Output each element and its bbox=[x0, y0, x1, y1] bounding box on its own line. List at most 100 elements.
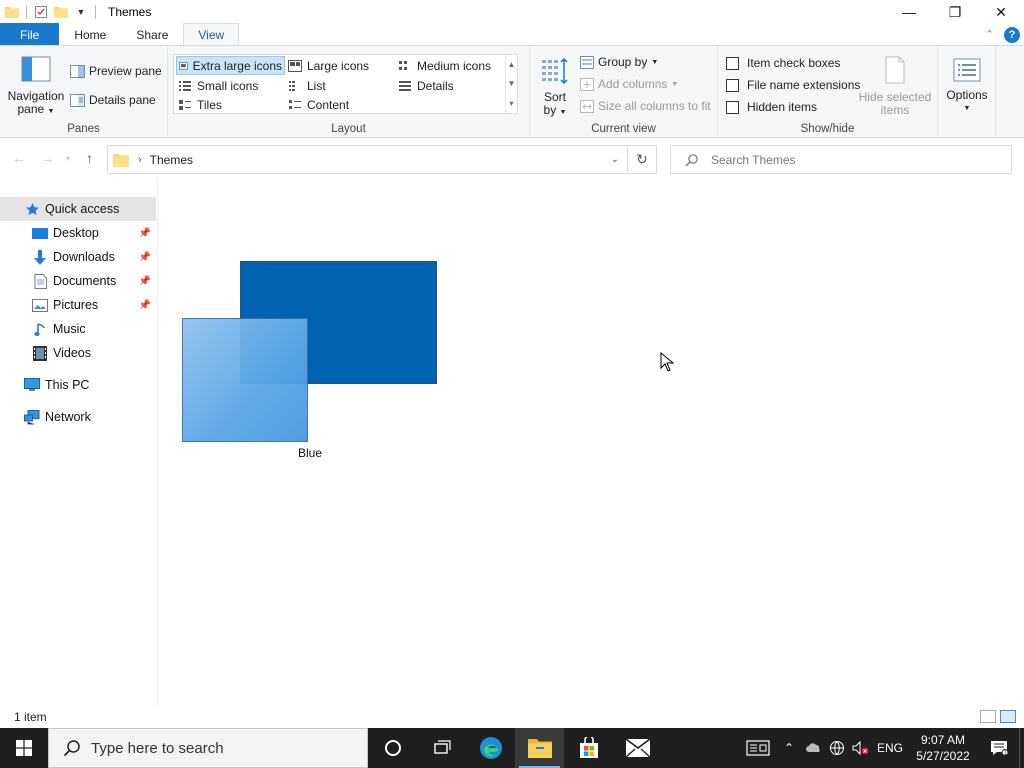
chevron-down-icon: ▼ bbox=[651, 58, 659, 66]
pin-icon[interactable]: 📌 bbox=[139, 228, 151, 239]
refresh-button[interactable]: ↻ bbox=[628, 145, 657, 174]
tab-share[interactable]: Share bbox=[121, 23, 183, 46]
checkbox[interactable] bbox=[726, 78, 739, 92]
restore-button[interactable]: ❐ bbox=[932, 0, 978, 24]
tab-view[interactable]: View bbox=[183, 23, 240, 46]
file-explorer-button[interactable] bbox=[515, 728, 564, 768]
item-check-boxes-toggle[interactable]: Item check boxes bbox=[726, 54, 840, 72]
layout-medium-icons[interactable]: Medium icons bbox=[396, 56, 493, 75]
layout-details[interactable]: Details bbox=[396, 76, 456, 95]
nav-item-videos[interactable]: Videos bbox=[0, 341, 156, 365]
microsoft-store-button[interactable] bbox=[564, 728, 613, 768]
address-bar[interactable]: › Themes ⌄ bbox=[107, 145, 628, 174]
back-arrow-icon[interactable]: ← bbox=[12, 150, 26, 166]
onedrive-cloud-icon[interactable] bbox=[801, 728, 825, 768]
new-folder-icon[interactable] bbox=[53, 4, 69, 20]
layout-list[interactable]: List bbox=[286, 76, 328, 95]
options-button[interactable]: Options ▼ bbox=[942, 58, 992, 115]
details-pane-button[interactable]: Details pane bbox=[70, 91, 156, 109]
preview-pane-button[interactable]: Preview pane bbox=[70, 62, 162, 80]
nav-item-music[interactable]: Music bbox=[0, 317, 156, 341]
help-icon[interactable]: ? bbox=[1004, 26, 1020, 43]
checkbox[interactable] bbox=[726, 56, 739, 70]
up-arrow-icon[interactable]: ↑ bbox=[86, 150, 93, 166]
clock[interactable]: 9:07 AM 5/27/2022 bbox=[907, 732, 979, 764]
news-icon bbox=[746, 740, 770, 756]
size-all-columns-label: Size all columns to fit bbox=[598, 99, 711, 113]
details-view-icon[interactable] bbox=[980, 710, 996, 723]
mail-button[interactable] bbox=[613, 728, 662, 768]
nav-item-downloads[interactable]: Downloads 📌 bbox=[0, 245, 156, 269]
sort-by-button[interactable]: Sort by ▼ bbox=[538, 56, 572, 119]
extra-large-icons-icon bbox=[179, 61, 188, 70]
customize-toolbar-dropdown-icon[interactable]: ▼ bbox=[73, 4, 89, 20]
checkbox[interactable] bbox=[726, 100, 739, 114]
scroll-down-icon[interactable]: ▼ bbox=[508, 79, 516, 88]
breadcrumb-separator-icon[interactable]: › bbox=[138, 154, 142, 166]
address-dropdown-icon[interactable]: ⌄ bbox=[611, 154, 619, 165]
separator bbox=[26, 5, 27, 19]
layout-label: Medium icons bbox=[417, 58, 492, 73]
layout-large-icons[interactable]: Large icons bbox=[286, 56, 371, 75]
show-hidden-icons-icon[interactable]: ⌃ bbox=[777, 728, 801, 768]
nav-item-label: Videos bbox=[53, 346, 91, 360]
tab-home[interactable]: Home bbox=[59, 23, 121, 46]
layout-content[interactable]: Content bbox=[286, 95, 351, 114]
windows-logo-icon bbox=[16, 740, 32, 756]
layout-small-icons[interactable]: Small icons bbox=[176, 76, 260, 95]
tab-file[interactable]: File bbox=[0, 23, 60, 46]
layout-gallery-scroll[interactable]: ▲ ▼ ▾ bbox=[505, 55, 517, 113]
taskbar-search-box[interactable]: Type here to search bbox=[48, 728, 368, 768]
close-button[interactable]: ✕ bbox=[978, 0, 1024, 24]
layout-label: Tiles bbox=[197, 97, 222, 112]
nav-item-desktop[interactable]: Desktop 📌 bbox=[0, 221, 156, 245]
nav-item-pictures[interactable]: Pictures 📌 bbox=[0, 293, 156, 317]
network-icon bbox=[24, 409, 40, 425]
theme-thumbnail-front bbox=[182, 318, 308, 442]
properties-icon[interactable] bbox=[33, 4, 49, 20]
hidden-items-toggle[interactable]: Hidden items bbox=[726, 98, 817, 116]
ribbon-right-controls: ⌃ ? bbox=[985, 23, 1024, 46]
input-language-indicator[interactable]: ENG bbox=[873, 728, 907, 768]
network-globe-icon[interactable] bbox=[825, 728, 849, 768]
tiles-icon bbox=[179, 99, 191, 110]
scroll-up-icon[interactable]: ▲ bbox=[508, 60, 516, 69]
computer-icon bbox=[24, 377, 40, 393]
pictures-icon bbox=[32, 297, 48, 313]
panes-group: Navigation pane ▼ Preview pane Details p… bbox=[0, 46, 168, 138]
pin-icon[interactable]: 📌 bbox=[139, 252, 151, 263]
nav-item-network[interactable]: Network bbox=[0, 405, 156, 429]
recent-locations-dropdown-icon[interactable]: ▾ bbox=[66, 154, 70, 163]
show-desktop-button[interactable] bbox=[1019, 728, 1024, 768]
nav-item-documents[interactable]: Documents 📌 bbox=[0, 269, 156, 293]
action-center-button[interactable]: 1 bbox=[979, 728, 1019, 768]
volume-muted-icon[interactable] bbox=[849, 728, 873, 768]
start-button[interactable] bbox=[0, 728, 48, 768]
pin-icon[interactable]: 📌 bbox=[139, 276, 151, 287]
edge-browser-button[interactable] bbox=[466, 728, 515, 768]
layout-tiles[interactable]: Tiles bbox=[176, 95, 224, 114]
navigation-pane-button[interactable]: Navigation pane ▼ bbox=[6, 56, 66, 118]
breadcrumb-item[interactable]: Themes bbox=[150, 153, 193, 167]
size-all-columns-button[interactable]: Size all columns to fit bbox=[580, 97, 711, 115]
gallery-more-icon[interactable]: ▾ bbox=[509, 99, 513, 108]
forward-arrow-icon[interactable]: → bbox=[40, 150, 54, 166]
add-columns-button[interactable]: Add columns ▼ bbox=[580, 75, 678, 93]
collapse-ribbon-icon[interactable]: ⌃ bbox=[985, 28, 994, 41]
hide-selected-items-button[interactable]: Hide selected items bbox=[856, 56, 934, 117]
chevron-down-icon: ▼ bbox=[671, 80, 679, 88]
large-icons-view-icon[interactable] bbox=[1000, 710, 1016, 723]
cortana-button[interactable] bbox=[368, 728, 417, 768]
layout-label: Small icons bbox=[197, 78, 259, 93]
file-list-view[interactable]: Blue bbox=[158, 178, 1024, 706]
pin-icon[interactable]: 📌 bbox=[139, 300, 151, 311]
minimize-button[interactable]: — bbox=[886, 0, 932, 24]
notification-news-button[interactable] bbox=[739, 728, 777, 768]
file-name-extensions-toggle[interactable]: File name extensions bbox=[726, 76, 860, 94]
nav-item-this-pc[interactable]: This PC bbox=[0, 373, 156, 397]
group-by-button[interactable]: Group by ▼ bbox=[580, 53, 658, 71]
search-box[interactable]: Search Themes bbox=[670, 145, 1012, 174]
task-view-button[interactable] bbox=[417, 728, 466, 768]
nav-item-quick-access[interactable]: Quick access bbox=[0, 197, 156, 221]
layout-extra-large-icons[interactable]: Extra large icons bbox=[176, 56, 285, 75]
